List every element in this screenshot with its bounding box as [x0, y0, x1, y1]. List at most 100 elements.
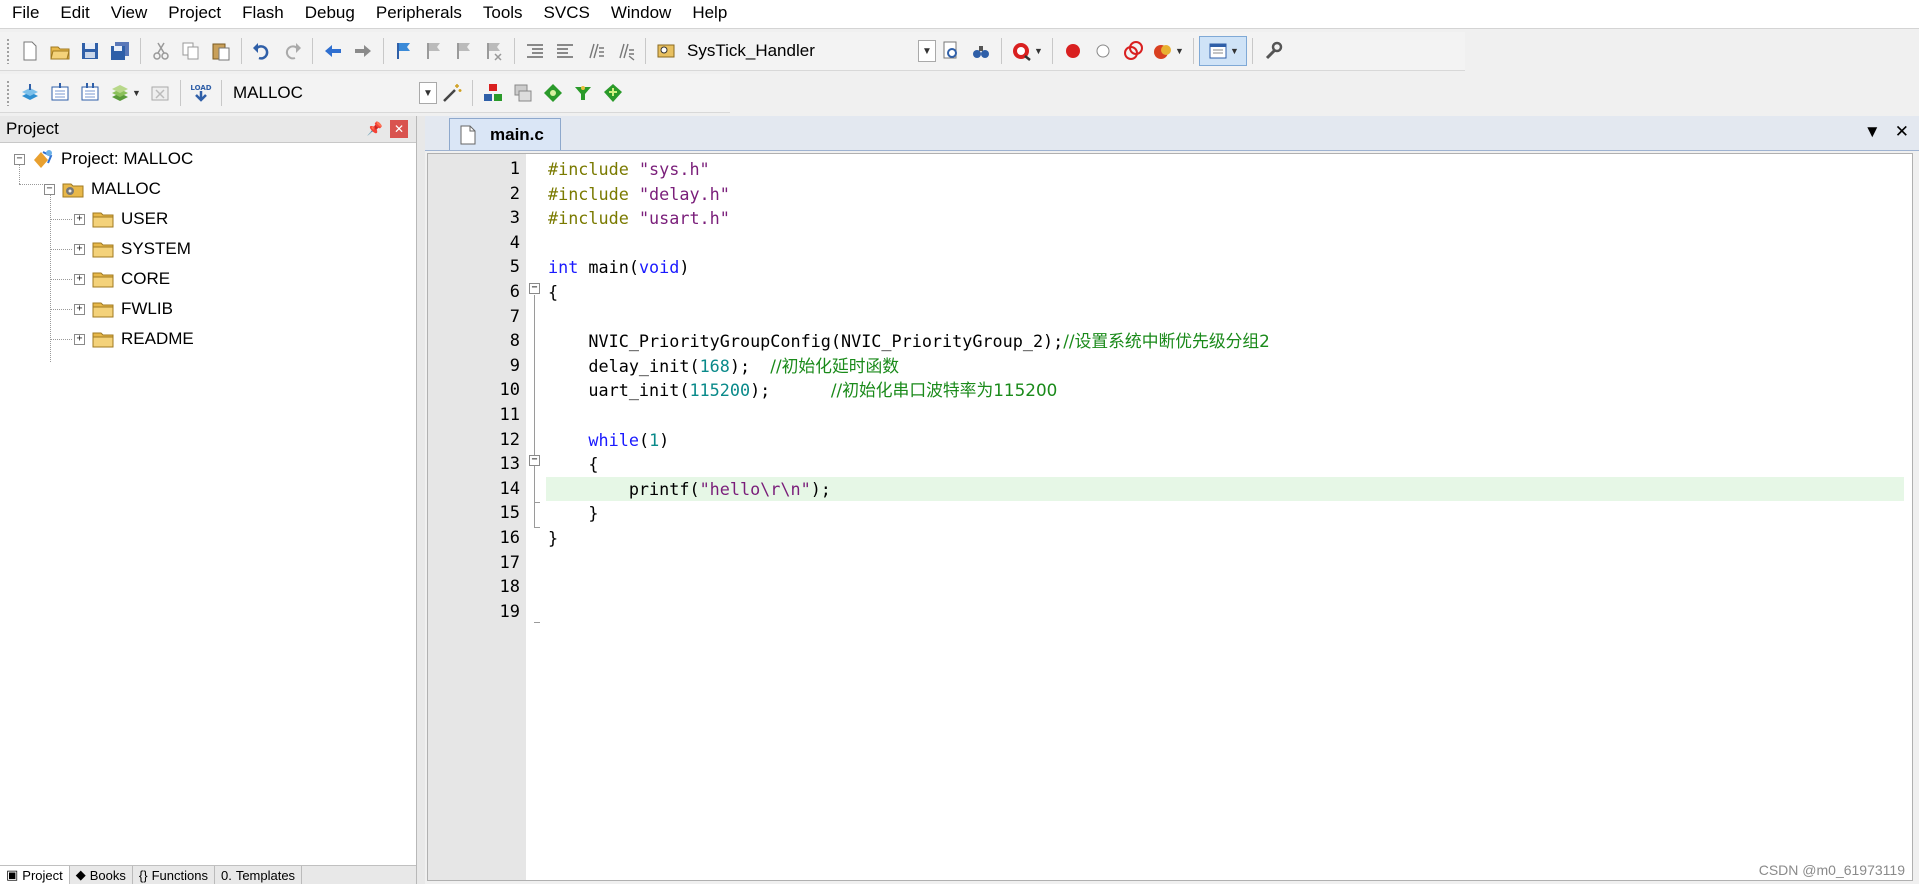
- code-line[interactable]: 17: [428, 551, 1912, 575]
- unindent-button[interactable]: [550, 36, 580, 66]
- code-editor[interactable]: 1 #include "sys.h" 2 #include "delay.h" 3 #in…: [427, 153, 1913, 881]
- toolbar-grip[interactable]: [6, 38, 11, 64]
- menu-edit[interactable]: Edit: [48, 0, 98, 28]
- navigate-back-button[interactable]: [318, 36, 348, 66]
- tree-target[interactable]: − MALLOC: [44, 174, 161, 204]
- find-button[interactable]: [936, 36, 966, 66]
- find-in-files-button[interactable]: [651, 36, 681, 66]
- tree-group-user[interactable]: + USER: [74, 204, 168, 234]
- menu-flash[interactable]: Flash: [230, 0, 293, 28]
- menu-view[interactable]: View: [99, 0, 157, 28]
- next-bookmark-button[interactable]: [449, 36, 479, 66]
- fold-collapse-icon[interactable]: −: [529, 283, 540, 294]
- navigate-forward-button[interactable]: [348, 36, 378, 66]
- copy-button[interactable]: [176, 36, 206, 66]
- window-layout-button[interactable]: ▼: [1199, 36, 1247, 66]
- code-line[interactable]: 12 while(1): [428, 428, 1912, 452]
- undo-button[interactable]: [247, 36, 277, 66]
- batch-build-button[interactable]: ▼: [105, 78, 145, 108]
- expand-icon[interactable]: +: [74, 273, 85, 285]
- previous-bookmark-button[interactable]: [419, 36, 449, 66]
- menu-window[interactable]: Window: [599, 0, 680, 28]
- menu-peripherals[interactable]: Peripherals: [364, 0, 471, 28]
- comment-button[interactable]: [580, 36, 610, 66]
- code-line[interactable]: 7: [428, 305, 1912, 329]
- code-line[interactable]: 2 #include "delay.h": [428, 182, 1912, 206]
- tab-list-chevron-down-icon[interactable]: ▼: [1864, 122, 1881, 142]
- debug-session-button[interactable]: ▼: [1007, 36, 1047, 66]
- indent-button[interactable]: [520, 36, 550, 66]
- pack-manager-button[interactable]: [598, 78, 628, 108]
- tree-group-readme[interactable]: + README: [74, 324, 194, 354]
- menu-project[interactable]: Project: [156, 0, 230, 28]
- kill-all-breakpoints-button[interactable]: ▼: [1148, 36, 1188, 66]
- uncomment-button[interactable]: [610, 36, 640, 66]
- tree-group-system[interactable]: + SYSTEM: [74, 234, 191, 264]
- panel-splitter[interactable]: [417, 116, 425, 884]
- manage-rte-button[interactable]: [538, 78, 568, 108]
- build-button[interactable]: [45, 78, 75, 108]
- code-line[interactable]: 11: [428, 403, 1912, 427]
- paste-button[interactable]: [206, 36, 236, 66]
- code-line[interactable]: 14 printf("hello\r\n");: [428, 477, 1912, 501]
- code-line[interactable]: 1 #include "sys.h": [428, 157, 1912, 181]
- save-all-button[interactable]: [105, 36, 135, 66]
- tree-group-fwlib[interactable]: + FWLIB: [74, 294, 173, 324]
- incremental-find-button[interactable]: [966, 36, 996, 66]
- menu-tools[interactable]: Tools: [471, 0, 532, 28]
- manage-project-items-button[interactable]: [478, 78, 508, 108]
- redo-button[interactable]: [277, 36, 307, 66]
- close-icon[interactable]: ✕: [390, 120, 408, 138]
- select-packs-button[interactable]: [508, 78, 538, 108]
- menu-svcs[interactable]: SVCS: [532, 0, 599, 28]
- menu-file[interactable]: File: [0, 0, 48, 28]
- configure-button[interactable]: [1258, 36, 1288, 66]
- code-line[interactable]: 18: [428, 575, 1912, 599]
- code-line[interactable]: 19: [428, 600, 1912, 624]
- insert-breakpoint-button[interactable]: [1058, 36, 1088, 66]
- code-line[interactable]: 6{: [428, 280, 1912, 304]
- code-line[interactable]: 5 int main(void): [428, 255, 1912, 279]
- chevron-down-icon[interactable]: ▼: [918, 40, 936, 62]
- open-file-button[interactable]: [45, 36, 75, 66]
- collapse-icon[interactable]: −: [44, 183, 55, 195]
- save-button[interactable]: [75, 36, 105, 66]
- fold-collapse-icon[interactable]: −: [529, 455, 540, 466]
- rebuild-button[interactable]: [75, 78, 105, 108]
- close-tab-icon[interactable]: ✕: [1895, 122, 1909, 142]
- code-line[interactable]: 4: [428, 231, 1912, 255]
- panel-tab-templates[interactable]: 0. Templates: [215, 866, 303, 884]
- pack-installer-button[interactable]: [568, 78, 598, 108]
- target-combo[interactable]: MALLOC ▼: [227, 79, 437, 107]
- menu-help[interactable]: Help: [680, 0, 736, 28]
- pin-icon[interactable]: 📌: [366, 121, 384, 137]
- target-options-button[interactable]: [437, 78, 467, 108]
- clear-bookmarks-button[interactable]: [479, 36, 509, 66]
- tab-main-c[interactable]: main.c: [449, 118, 561, 150]
- cut-button[interactable]: [146, 36, 176, 66]
- panel-tab-project[interactable]: ▣ Project: [0, 866, 70, 884]
- menu-debug[interactable]: Debug: [293, 0, 364, 28]
- code-line[interactable]: 10 uart_init(115200); //初始化串口波特率为115200: [428, 378, 1912, 402]
- code-line[interactable]: 9 delay_init(168); //初始化延时函数: [428, 354, 1912, 378]
- code-line[interactable]: 16}: [428, 526, 1912, 550]
- translate-button[interactable]: [15, 78, 45, 108]
- code-line[interactable]: 13 {: [428, 452, 1912, 476]
- expand-icon[interactable]: +: [74, 213, 85, 225]
- expand-icon[interactable]: +: [74, 303, 85, 315]
- new-file-button[interactable]: [15, 36, 45, 66]
- function-combo[interactable]: SysTick_Handler ▼: [681, 37, 936, 65]
- expand-icon[interactable]: +: [74, 243, 85, 255]
- code-line[interactable]: 15 }: [428, 501, 1912, 525]
- download-button[interactable]: LOAD: [186, 78, 216, 108]
- insert-bookmark-button[interactable]: [389, 36, 419, 66]
- stop-build-button[interactable]: [145, 78, 175, 108]
- tree-project-root[interactable]: − Project: MALLOC: [14, 144, 193, 174]
- disable-all-breakpoints-button[interactable]: [1118, 36, 1148, 66]
- collapse-icon[interactable]: −: [14, 153, 25, 165]
- toolbar-grip[interactable]: [6, 80, 11, 106]
- chevron-down-icon[interactable]: ▼: [419, 82, 437, 104]
- enable-breakpoint-button[interactable]: [1088, 36, 1118, 66]
- panel-tab-books[interactable]: ◆ Books: [70, 866, 133, 884]
- tree-group-core[interactable]: + CORE: [74, 264, 170, 294]
